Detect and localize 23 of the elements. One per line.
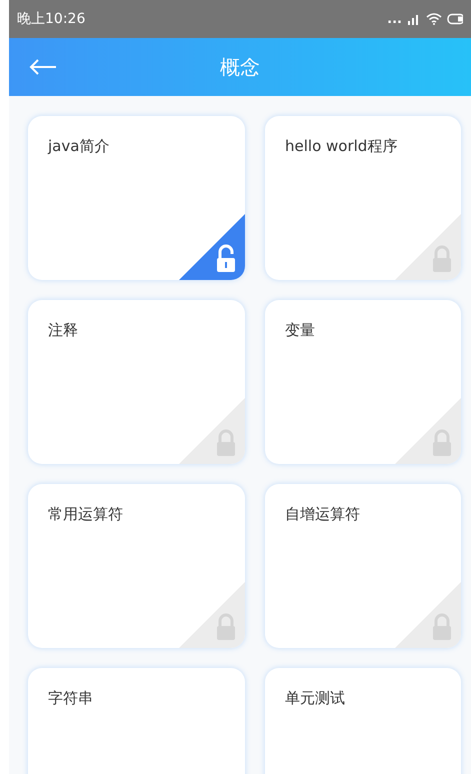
lesson-title: 单元测试 — [285, 689, 345, 707]
status-time: 晚上10:26 — [17, 10, 86, 28]
lesson-title: 变量 — [285, 321, 315, 339]
battery-icon — [447, 13, 463, 25]
lesson-title: 自增运算符 — [285, 505, 360, 523]
wifi-icon — [426, 13, 442, 25]
lesson-card[interactable]: java简介 — [28, 116, 245, 280]
lesson-title: 注释 — [48, 321, 78, 339]
lesson-card[interactable]: 单元测试 — [265, 668, 461, 774]
signal-icon — [407, 13, 421, 25]
lesson-card[interactable]: 变量 — [265, 300, 461, 464]
lesson-title: java简介 — [48, 137, 110, 155]
lesson-card[interactable]: 注释 — [28, 300, 245, 464]
lesson-title: 字符串 — [48, 689, 93, 707]
lesson-title: hello world程序 — [285, 137, 398, 155]
lesson-card[interactable]: 常用运算符 — [28, 484, 245, 648]
back-icon[interactable] — [29, 59, 57, 75]
lesson-card[interactable]: 字符串 — [28, 668, 245, 774]
lesson-card[interactable]: 自增运算符 — [265, 484, 461, 648]
page-title: 概念 — [220, 54, 260, 80]
lesson-title: 常用运算符 — [48, 505, 123, 523]
status-dots: ... — [387, 12, 402, 26]
lesson-card[interactable]: hello world程序 — [265, 116, 461, 280]
